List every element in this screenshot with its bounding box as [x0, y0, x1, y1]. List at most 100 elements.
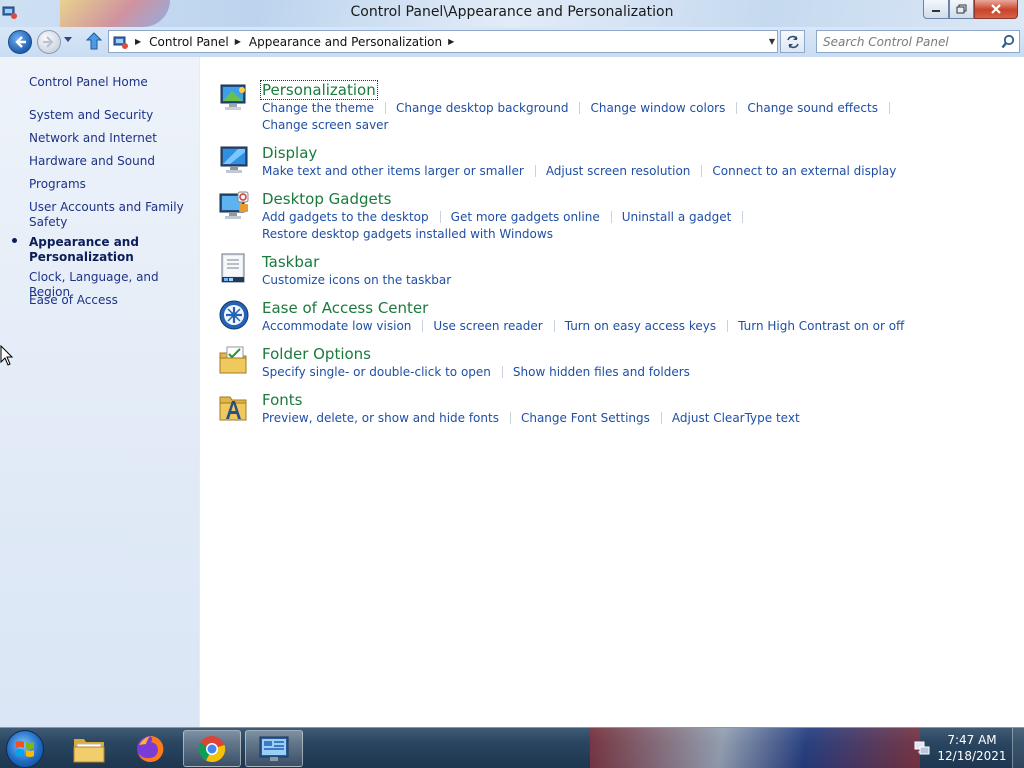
- breadcrumb-arrow-icon[interactable]: ▶: [448, 37, 454, 46]
- back-arrow-icon: [15, 36, 26, 48]
- separator: [736, 102, 738, 114]
- refresh-button[interactable]: [780, 30, 805, 53]
- link-add-gadgets[interactable]: Add gadgets to the desktop: [262, 210, 429, 224]
- link-change-window-colors[interactable]: Change window colors: [590, 101, 725, 115]
- sidebar-item-programs[interactable]: Programs: [29, 177, 194, 192]
- task-list: Make text and other items larger or smal…: [262, 163, 962, 180]
- separator: [422, 320, 424, 332]
- sidebar-item-network-and-internet[interactable]: Network and Internet: [29, 131, 194, 146]
- category-title-folder-options[interactable]: Folder Options: [262, 345, 371, 363]
- separator: [534, 165, 536, 177]
- task-list: Change the theme Change desktop backgroun…: [262, 100, 962, 134]
- separator: [660, 412, 662, 424]
- separator: [579, 102, 581, 114]
- link-preview-delete-fonts[interactable]: Preview, delete, or show and hide fonts: [262, 411, 499, 425]
- link-single-or-double-click[interactable]: Specify single- or double-click to open: [262, 365, 491, 379]
- network-icon[interactable]: [914, 740, 930, 756]
- breadcrumb-arrow-icon[interactable]: ▶: [235, 37, 241, 46]
- link-customize-taskbar-icons[interactable]: Customize icons on the taskbar: [262, 273, 451, 287]
- breadcrumb-appearance-and-personalization[interactable]: Appearance and Personalization: [249, 35, 442, 49]
- link-use-screen-reader[interactable]: Use screen reader: [433, 319, 542, 333]
- link-turn-on-easy-access-keys[interactable]: Turn on easy access keys: [565, 319, 716, 333]
- refresh-icon: [786, 35, 799, 48]
- clock-date: 12/18/2021: [937, 749, 1007, 763]
- back-button[interactable]: [8, 30, 32, 54]
- category-title-display[interactable]: Display: [262, 144, 317, 162]
- minimize-button[interactable]: [923, 0, 949, 19]
- address-bar[interactable]: ▶ Control Panel ▶ Appearance and Persona…: [108, 30, 778, 53]
- folder-icon: [73, 738, 105, 762]
- chrome-icon: [198, 735, 226, 762]
- category-title-fonts[interactable]: Fonts: [262, 391, 302, 409]
- link-show-hidden-files[interactable]: Show hidden files and folders: [513, 365, 690, 379]
- link-change-sound-effects[interactable]: Change sound effects: [747, 101, 878, 115]
- search-input[interactable]: [823, 34, 998, 50]
- sidebar-item-hardware-and-sound[interactable]: Hardware and Sound: [29, 154, 194, 169]
- close-icon: [991, 3, 1001, 14]
- desktop-wallpaper-strip: [590, 728, 920, 768]
- current-item-bullet: [12, 238, 17, 243]
- category-title-ease-of-access-center[interactable]: Ease of Access Center: [262, 299, 428, 317]
- category-title-personalization[interactable]: Personalization: [260, 80, 378, 100]
- navigation-bar: ▶ Control Panel ▶ Appearance and Persona…: [0, 27, 1024, 57]
- forward-button[interactable]: [37, 30, 61, 54]
- taskbar-windows-explorer[interactable]: [60, 730, 118, 767]
- start-button[interactable]: [6, 730, 44, 768]
- taskbar: 7:47 AM 12/18/2021: [0, 727, 1024, 768]
- show-desktop-button[interactable]: [1012, 728, 1024, 768]
- separator: [727, 320, 729, 332]
- category-title-taskbar[interactable]: Taskbar: [262, 253, 319, 271]
- breadcrumb-control-panel[interactable]: Control Panel: [149, 35, 229, 49]
- link-change-the-theme[interactable]: Change the theme: [262, 101, 374, 115]
- system-clock[interactable]: 7:47 AM 12/18/2021: [934, 732, 1010, 764]
- separator: [610, 211, 612, 223]
- link-change-desktop-background[interactable]: Change desktop background: [396, 101, 568, 115]
- link-make-text-larger-or-smaller[interactable]: Make text and other items larger or smal…: [262, 164, 524, 178]
- link-adjust-cleartype-text[interactable]: Adjust ClearType text: [672, 411, 800, 425]
- mouse-pointer-icon: [0, 345, 14, 366]
- restore-button[interactable]: [949, 0, 974, 19]
- sidebar-item-ease-of-access[interactable]: Ease of Access: [29, 293, 194, 308]
- personalization-icon: [220, 84, 246, 110]
- ease-of-access-icon: [219, 300, 249, 330]
- clock-time: 7:47 AM: [947, 733, 997, 747]
- recent-pages-dropdown-icon[interactable]: [63, 36, 73, 44]
- sidebar-control-panel-home[interactable]: Control Panel Home: [29, 75, 194, 90]
- separator: [742, 211, 744, 223]
- link-uninstall-gadget[interactable]: Uninstall a gadget: [622, 210, 732, 224]
- search-box[interactable]: [816, 30, 1020, 53]
- link-change-screen-saver[interactable]: Change screen saver: [262, 118, 389, 132]
- up-level-icon[interactable]: [86, 32, 102, 50]
- task-list: Add gadgets to the desktop Get more gadge…: [262, 209, 962, 243]
- separator: [501, 366, 503, 378]
- title-bar: Control Panel\Appearance and Personaliza…: [0, 0, 1024, 27]
- link-change-font-settings[interactable]: Change Font Settings: [521, 411, 650, 425]
- separator: [553, 320, 555, 332]
- link-connect-external-display[interactable]: Connect to an external display: [712, 164, 896, 178]
- search-icon[interactable]: [1001, 34, 1015, 49]
- task-list: Preview, delete, or show and hide fonts C…: [262, 410, 962, 427]
- firefox-icon: [137, 735, 164, 762]
- address-dropdown-icon[interactable]: ▼: [769, 37, 775, 46]
- category-title-desktop-gadgets[interactable]: Desktop Gadgets: [262, 190, 391, 208]
- link-restore-desktop-gadgets[interactable]: Restore desktop gadgets installed with W…: [262, 227, 553, 241]
- link-accommodate-low-vision[interactable]: Accommodate low vision: [262, 319, 411, 333]
- taskbar-icon: [221, 253, 245, 283]
- separator: [701, 165, 703, 177]
- task-list: Customize icons on the taskbar: [262, 272, 962, 289]
- fonts-icon: [219, 396, 247, 421]
- link-turn-high-contrast[interactable]: Turn High Contrast on or off: [738, 319, 904, 333]
- sidebar-item-system-and-security[interactable]: System and Security: [29, 108, 194, 123]
- task-list: Accommodate low vision Use screen reader T…: [262, 318, 962, 335]
- breadcrumb-arrow-icon[interactable]: ▶: [135, 37, 141, 46]
- sidebar-item-user-accounts[interactable]: User Accounts and Family Safety: [29, 200, 194, 230]
- taskbar-firefox[interactable]: [121, 730, 179, 767]
- taskbar-control-panel[interactable]: [245, 730, 303, 767]
- close-button[interactable]: [974, 0, 1018, 19]
- link-adjust-screen-resolution[interactable]: Adjust screen resolution: [546, 164, 691, 178]
- separator: [439, 211, 441, 223]
- link-get-more-gadgets-online[interactable]: Get more gadgets online: [451, 210, 600, 224]
- taskbar-chrome[interactable]: [183, 730, 241, 767]
- sidebar-item-appearance-current: Appearance and Personalization: [29, 235, 139, 264]
- desktop-gadgets-icon: [219, 191, 249, 219]
